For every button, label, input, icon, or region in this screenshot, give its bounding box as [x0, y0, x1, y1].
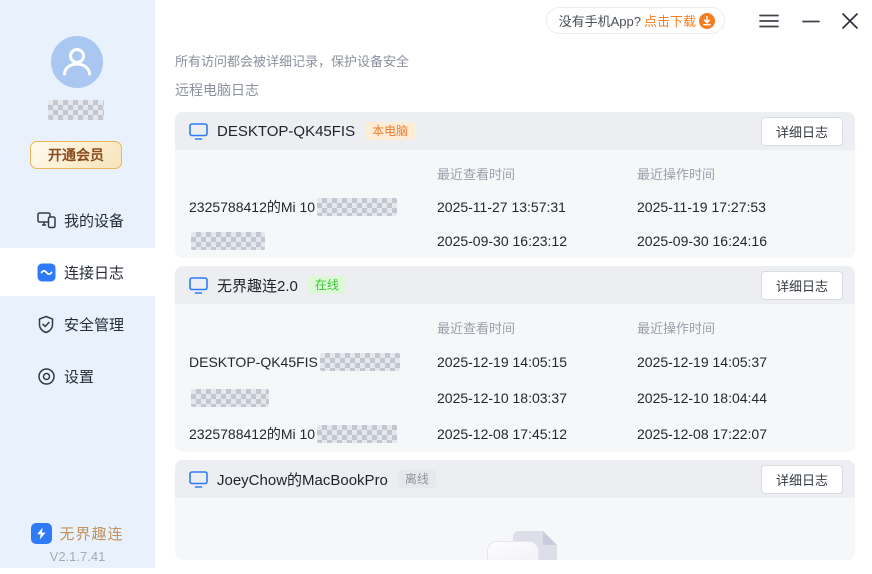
sidebar-item-settings[interactable]: 设置	[0, 352, 155, 400]
vip-upgrade-label: 开通会员	[48, 147, 104, 163]
sidebar-item-label: 连接日志	[64, 264, 125, 282]
empty-state-fold	[543, 531, 557, 545]
sidebar-item-connection-logs[interactable]: 连接日志	[0, 248, 155, 296]
connection-log-icon	[36, 262, 56, 282]
operate-time: 2025-11-19 17:27:53	[637, 199, 766, 215]
operate-time: 2025-12-19 14:05:37	[637, 354, 767, 370]
section-title: 远程电脑日志	[175, 82, 259, 98]
log-row: 2325788412的Mi 10 2025-12-08 17:45:12 202…	[175, 416, 855, 452]
download-app-button[interactable]: 没有手机App? 点击下载	[545, 7, 725, 34]
main-area: 没有手机App? 点击下载 所有访问都会被详细记录，保护设备安全 远程电脑日志 …	[155, 0, 872, 574]
client-name: 2325788412的Mi 10	[189, 197, 437, 217]
download-icon	[699, 12, 715, 29]
status-badge: 离线	[397, 470, 436, 488]
sidebar: 开通会员 我的设备 连接日志 安全管理 设置 无界趣连 V2.1.7.41	[0, 0, 155, 568]
device-card-header: JoeyChow的MacBookPro 离线 详细日志	[175, 460, 855, 498]
detail-log-button[interactable]: 详细日志	[761, 270, 843, 300]
device-card-body: 最近查看时间 最近操作时间 2325788412的Mi 10 2025-11-2…	[175, 150, 855, 258]
log-row: 2025-12-10 18:03:37 2025-12-10 18:04:44	[175, 380, 855, 416]
device-log-list: DESKTOP-QK45FIS 本电脑 详细日志 最近查看时间 最近操作时间 2…	[175, 112, 855, 560]
empty-state-front-sheet	[487, 541, 539, 560]
client-name: 2325788412的Mi 10	[189, 424, 437, 444]
empty-state-icon	[487, 531, 567, 560]
view-time: 2025-11-27 13:57:31	[437, 199, 566, 215]
window-minimize-button[interactable]	[800, 11, 822, 31]
log-row: 2025-09-30 16:23:12 2025-09-30 16:24:16	[175, 224, 855, 258]
col-operate-label: 最近操作时间	[637, 320, 716, 336]
view-time: 2025-12-19 14:05:15	[437, 354, 567, 370]
client-name-text: 2325788412的Mi 10	[189, 199, 316, 215]
hamburger-icon	[759, 14, 779, 28]
devices-icon	[36, 210, 56, 230]
user-icon	[63, 48, 91, 76]
sidebar-item-label: 我的设备	[64, 212, 125, 230]
log-column-headers: 最近查看时间 最近操作时间	[175, 156, 855, 190]
download-prompt: 没有手机App?	[558, 14, 641, 29]
redacted-text	[191, 232, 265, 250]
monitor-icon	[189, 122, 208, 140]
shield-check-icon	[36, 314, 56, 334]
device-name: 无界趣连2.0	[217, 277, 298, 295]
device-card-header: DESKTOP-QK45FIS 本电脑 详细日志	[175, 112, 855, 150]
redacted-text	[317, 425, 398, 443]
log-row: 2325788412的Mi 10 2025-11-27 13:57:31 202…	[175, 190, 855, 224]
window-close-button[interactable]	[838, 9, 862, 33]
client-name: DESKTOP-QK45FIS	[189, 353, 437, 371]
sidebar-item-label: 设置	[64, 368, 95, 386]
app-version: V2.1.7.41	[49, 549, 106, 564]
device-card-header: 无界趣连2.0 在线 详细日志	[175, 266, 855, 304]
vip-upgrade-button[interactable]: 开通会员	[30, 141, 122, 169]
status-badge: 在线	[307, 276, 346, 294]
client-name-text: 2325788412的Mi 10	[189, 426, 316, 442]
sidebar-item-security[interactable]: 安全管理	[0, 300, 155, 348]
brand: 无界趣连	[0, 523, 155, 544]
device-card-body	[175, 498, 855, 560]
avatar[interactable]	[51, 36, 103, 88]
client-name-text: DESKTOP-QK45FIS	[189, 354, 318, 370]
detail-log-button[interactable]: 详细日志	[761, 116, 843, 146]
view-time: 2025-12-10 18:03:37	[437, 390, 567, 406]
device-card: DESKTOP-QK45FIS 本电脑 详细日志 最近查看时间 最近操作时间 2…	[175, 112, 855, 258]
log-column-headers: 最近查看时间 最近操作时间	[175, 310, 855, 344]
download-action: 点击下载	[643, 14, 696, 29]
device-name: JoeyChow的MacBookPro	[217, 471, 388, 489]
redacted-text	[317, 198, 398, 216]
app-window: 开通会员 我的设备 连接日志 安全管理 设置 无界趣连 V2.1.7.41 没有…	[0, 0, 872, 574]
operate-time: 2025-09-30 16:24:16	[637, 233, 767, 249]
device-card: JoeyChow的MacBookPro 离线 详细日志	[175, 460, 855, 560]
settings-icon	[36, 366, 56, 386]
col-view-label: 最近查看时间	[437, 166, 516, 182]
view-time: 2025-09-30 16:23:12	[437, 233, 567, 249]
monitor-icon	[189, 276, 208, 294]
view-time: 2025-12-08 17:45:12	[437, 426, 567, 442]
app-name: 无界趣连	[59, 526, 124, 543]
sidebar-item-my-devices[interactable]: 我的设备	[0, 196, 155, 244]
monitor-icon	[189, 470, 208, 488]
security-notice: 所有访问都会被详细记录，保护设备安全	[175, 54, 410, 69]
operate-time: 2025-12-08 17:22:07	[637, 426, 767, 442]
col-operate-label: 最近操作时间	[637, 166, 716, 182]
detail-log-button[interactable]: 详细日志	[761, 464, 843, 494]
client-name	[189, 232, 437, 250]
device-name: DESKTOP-QK45FIS	[217, 122, 356, 140]
operate-time: 2025-12-10 18:04:44	[637, 390, 767, 406]
device-card-body: 最近查看时间 最近操作时间 DESKTOP-QK45FIS 2025-12-19…	[175, 304, 855, 452]
redacted-text	[191, 389, 269, 407]
log-row: DESKTOP-QK45FIS 2025-12-19 14:05:15 2025…	[175, 344, 855, 380]
redacted-text	[319, 353, 400, 371]
window-menu-button[interactable]	[758, 11, 780, 31]
close-icon	[842, 13, 858, 29]
username-redacted	[48, 100, 104, 120]
minimize-icon	[802, 20, 820, 23]
status-badge: 本电脑	[365, 122, 416, 140]
col-view-label: 最近查看时间	[437, 320, 516, 336]
client-name	[189, 389, 437, 407]
sidebar-item-label: 安全管理	[64, 316, 125, 334]
sidebar-menu: 我的设备 连接日志 安全管理 设置	[0, 196, 155, 404]
app-logo-icon	[31, 523, 53, 544]
device-card: 无界趣连2.0 在线 详细日志 最近查看时间 最近操作时间 DESKTOP-QK…	[175, 266, 855, 452]
